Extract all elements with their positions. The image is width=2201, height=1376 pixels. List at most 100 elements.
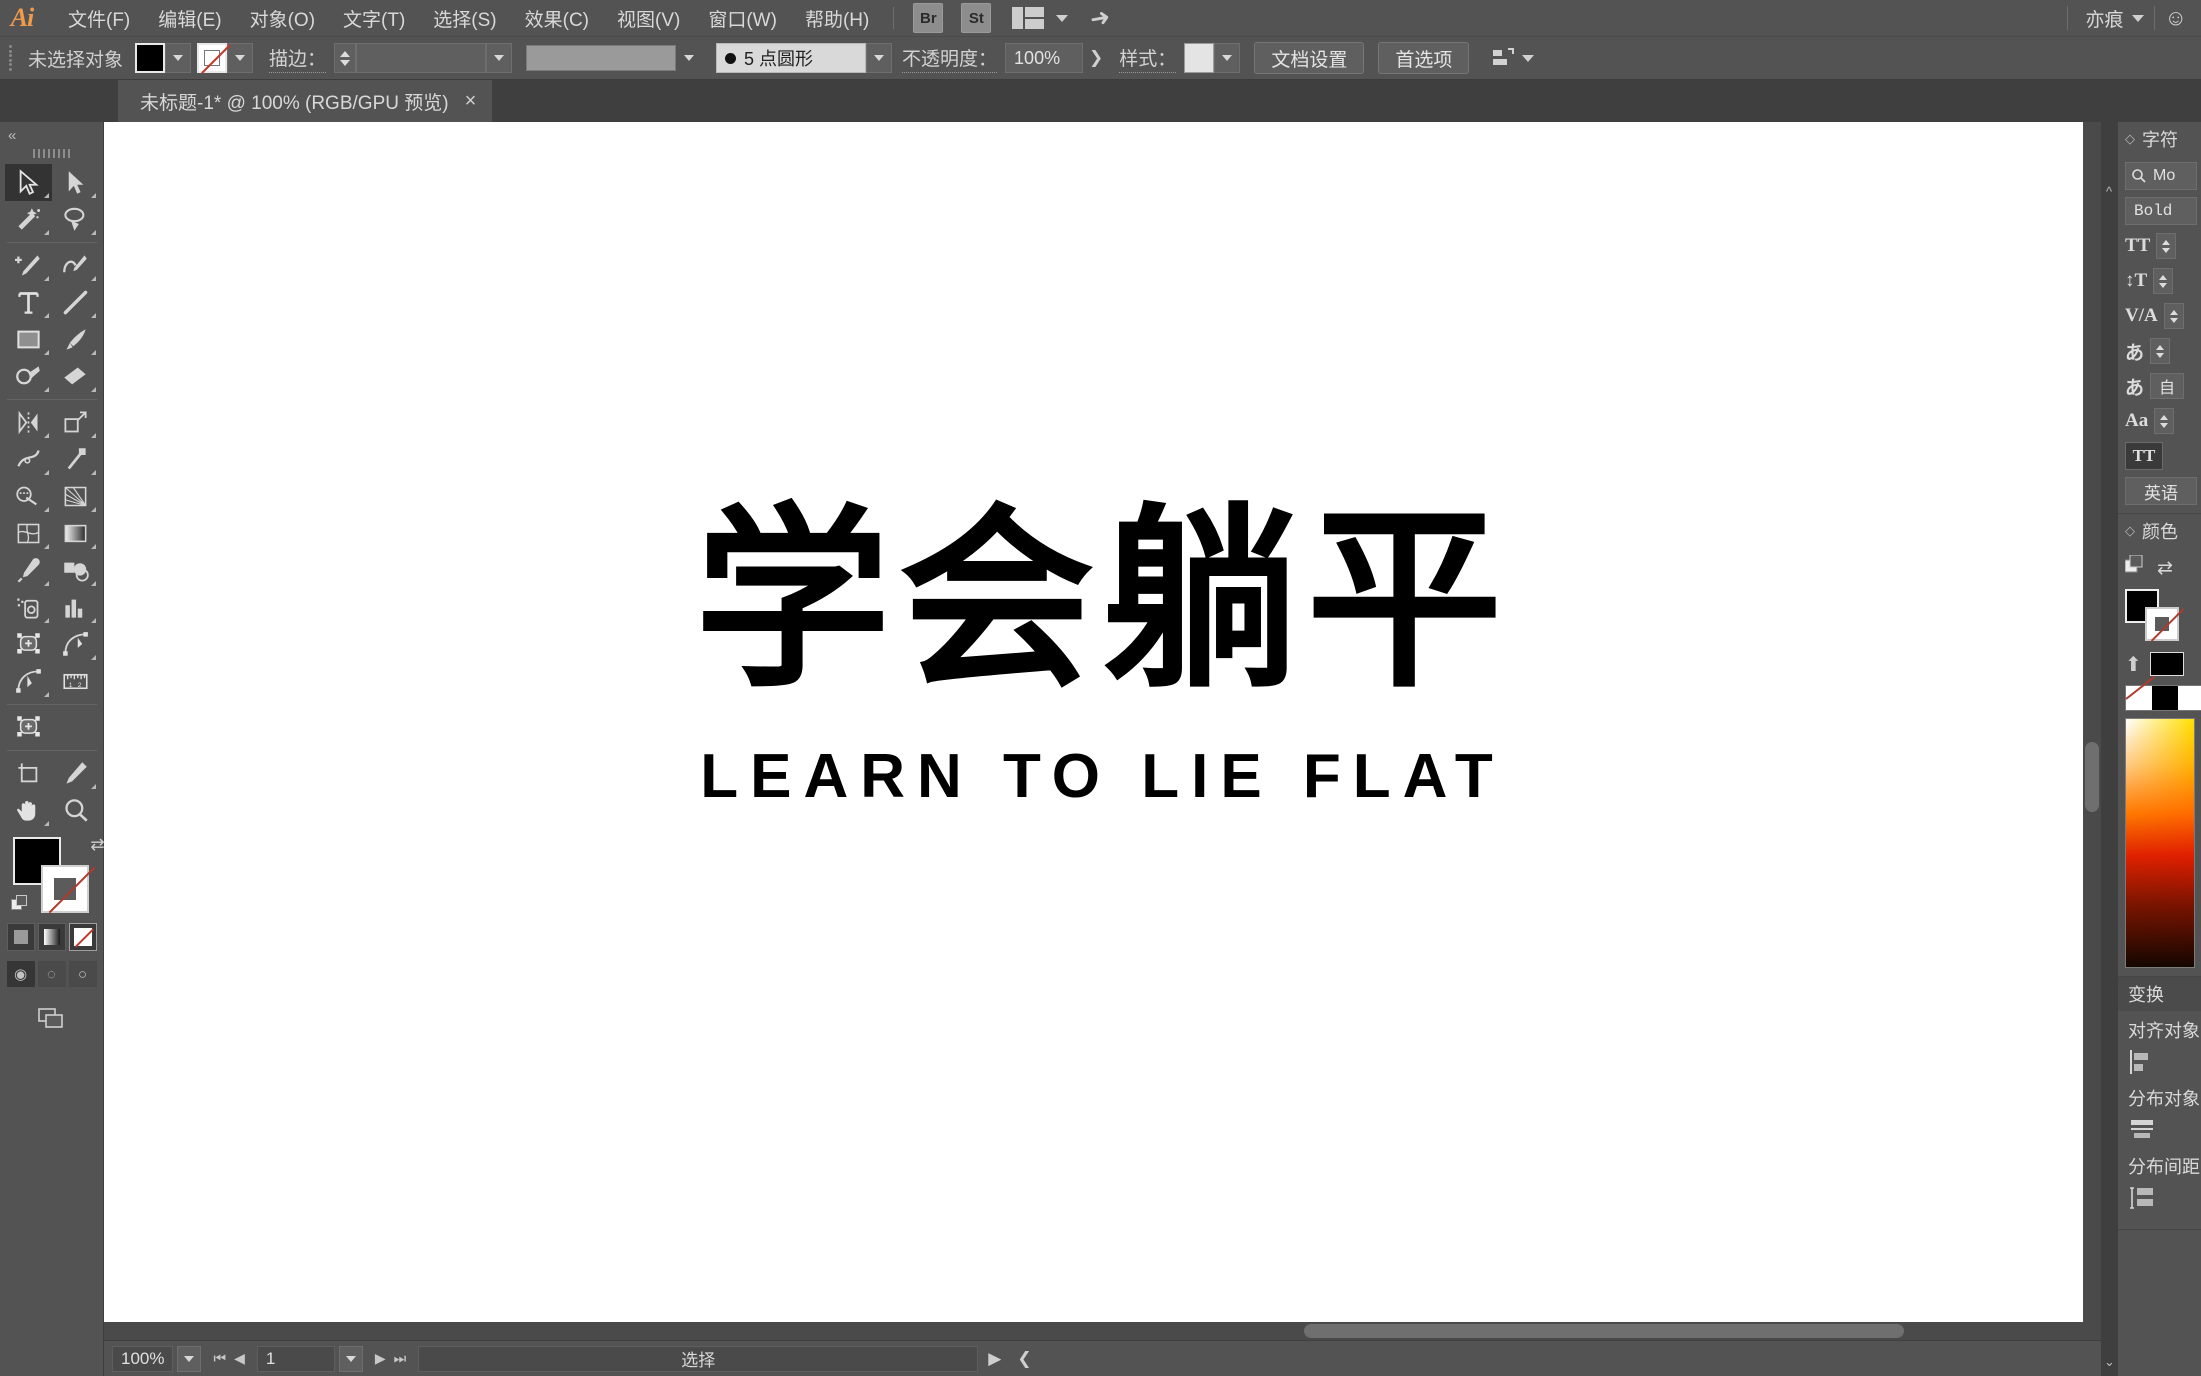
gradient-tool[interactable] [52, 515, 99, 552]
swatch-black[interactable] [2152, 686, 2178, 710]
font-size-stepper[interactable] [2156, 233, 2177, 259]
none-mode-button[interactable] [68, 923, 97, 951]
measure-tool[interactable]: 12 [52, 663, 99, 700]
brush-definition-dropdown[interactable] [866, 43, 893, 73]
chevron-down-icon[interactable] [1056, 14, 1069, 22]
canvas-scroll-region[interactable]: 学会躺平 LEARN TO LIE FLAT [104, 122, 2101, 1322]
gradient-mode-button[interactable] [37, 923, 66, 951]
tools-collapse-button[interactable]: « [0, 124, 103, 146]
stock-button[interactable]: St [961, 3, 992, 33]
drawing-mode-inside[interactable]: ○ [68, 961, 97, 987]
hand-tool[interactable] [5, 792, 52, 829]
stroke-swatch-group[interactable] [197, 43, 254, 73]
shape-builder-tool[interactable] [5, 478, 52, 515]
default-fill-stroke-icon[interactable] [10, 895, 29, 913]
artboard[interactable]: 学会躺平 LEARN TO LIE FLAT [104, 122, 2101, 1322]
graphic-style-dropdown[interactable] [1214, 43, 1241, 73]
scale-tool[interactable] [52, 404, 99, 441]
stroke-profile-preview[interactable] [526, 45, 677, 71]
all-caps-button[interactable]: TT [2125, 442, 2163, 470]
user-chevron-down-icon[interactable] [2131, 14, 2144, 22]
perspective-grid-tool[interactable] [52, 478, 99, 515]
dock-collapse-button[interactable]: ^ [2102, 174, 2116, 208]
font-style-input[interactable]: Bold [2125, 197, 2197, 225]
menu-view[interactable]: 视图(V) [603, 0, 694, 38]
horizontal-scroll-thumb[interactable] [1304, 1324, 1904, 1338]
last-artboard-icon[interactable]: ⏭ [394, 1350, 407, 1367]
character-panel-header[interactable]: ◇ 字符 [2118, 122, 2201, 156]
distribute-spacing-icon[interactable] [2128, 1185, 2158, 1211]
brush-definition-select[interactable]: 5 点圆形 [716, 43, 867, 73]
swap-fill-stroke-icon[interactable]: ⇄ [90, 835, 104, 855]
document-tab[interactable]: 未标题-1* @ 100% (RGB/GPU 预览) × [118, 80, 493, 122]
dock-scroll-indicator[interactable]: ⌄ [2104, 1354, 2115, 1370]
menu-file[interactable]: 文件(F) [54, 0, 144, 38]
discover-rocket-icon[interactable]: ➜ [1088, 2, 1113, 34]
stroke-dropdown-button[interactable] [227, 43, 254, 73]
change-screen-mode-icon[interactable] [37, 1005, 67, 1037]
color-result-swatch[interactable] [2149, 652, 2184, 676]
quick-swatch-strip[interactable] [2125, 685, 2201, 711]
rotate-tool[interactable] [5, 404, 52, 441]
align-to-selection-icon[interactable] [1491, 47, 1535, 69]
tool-status-display[interactable]: 选择 [418, 1345, 979, 1372]
account-avatar-icon[interactable]: ☺ [2165, 5, 2201, 31]
first-artboard-icon[interactable]: ⏮ [213, 1350, 226, 1367]
align-left-icon[interactable] [2128, 1049, 2158, 1075]
color-mode-button[interactable] [6, 923, 35, 951]
artboard-number-input[interactable]: 1 [256, 1345, 335, 1372]
workspace-layout-icon[interactable] [1012, 7, 1045, 29]
document-setup-button[interactable]: 文档设置 [1254, 42, 1365, 74]
graphic-style-swatch[interactable] [1184, 43, 1215, 73]
dock-tab-strip[interactable] [2102, 122, 2118, 1376]
status-next-icon[interactable]: ▶ [988, 1349, 1001, 1369]
selection-tool[interactable] [4, 164, 52, 201]
artwork-chinese-title[interactable]: 学会躺平 [694, 503, 1510, 699]
free-transform-tool[interactable] [52, 441, 99, 478]
transform-panel-title[interactable]: 变换 [2118, 977, 2201, 1011]
bridge-button[interactable]: Br [913, 3, 944, 33]
artwork-english-subtitle[interactable]: LEARN TO LIE FLAT [694, 741, 1510, 812]
paintbrush-tool[interactable] [52, 321, 99, 358]
vertical-scroll-thumb[interactable] [2085, 742, 2099, 812]
line-segment-tool[interactable] [52, 284, 99, 321]
menu-effect[interactable]: 效果(C) [511, 0, 603, 38]
user-name-label[interactable]: 亦痕 [2078, 5, 2132, 32]
color-stroke-swatch[interactable] [2145, 607, 2185, 642]
eyedropper-tool[interactable] [5, 552, 52, 589]
menu-help[interactable]: 帮助(H) [791, 0, 883, 38]
drawing-mode-behind[interactable]: ◌ [37, 961, 66, 987]
zoom-level-dropdown[interactable] [177, 1345, 202, 1372]
shaper-tool[interactable] [5, 358, 52, 395]
font-family-input[interactable]: Mo [2125, 162, 2197, 190]
menu-window[interactable]: 窗口(W) [694, 0, 791, 38]
apply-color-arrow-icon[interactable]: ⬆ [2125, 652, 2142, 677]
rectangle-tool[interactable] [5, 321, 52, 358]
eraser-tool[interactable] [52, 358, 99, 395]
direct-selection-tool[interactable] [52, 164, 99, 201]
opacity-input[interactable]: 100% [1005, 43, 1084, 73]
artboard-number-dropdown[interactable] [338, 1345, 363, 1372]
close-icon[interactable]: × [465, 91, 477, 111]
panel-menu-icon[interactable]: ◇ [2125, 523, 2135, 539]
canvas-horizontal-scrollbar[interactable] [104, 1322, 2101, 1340]
status-flyout-icon[interactable]: ❮ [1017, 1349, 1031, 1369]
pencil-tool[interactable] [52, 755, 99, 792]
lasso-tool[interactable] [52, 201, 99, 238]
distribute-vertical-center-icon[interactable] [2128, 1117, 2158, 1143]
controlbar-grip[interactable] [6, 45, 16, 71]
crop-artboard-tool[interactable] [5, 755, 52, 792]
preferences-button[interactable]: 首选项 [1378, 42, 1470, 74]
align-chevron-down-icon[interactable] [1522, 54, 1535, 62]
next-artboard-icon[interactable]: ▶ [375, 1350, 386, 1367]
panel-menu-icon[interactable]: ◇ [2125, 131, 2135, 147]
stroke-weight-input[interactable] [356, 43, 487, 73]
artboard-tool-2[interactable] [5, 709, 52, 746]
stroke-color-box[interactable] [40, 865, 95, 914]
tools-panel-grip[interactable] [29, 146, 75, 160]
perspective-selection-tool[interactable] [5, 663, 52, 700]
swatch-none[interactable] [2126, 686, 2152, 710]
stroke-weight-dropdown[interactable] [486, 43, 513, 73]
menu-select[interactable]: 选择(S) [419, 0, 510, 38]
previous-artboard-icon[interactable]: ◀ [234, 1350, 245, 1367]
